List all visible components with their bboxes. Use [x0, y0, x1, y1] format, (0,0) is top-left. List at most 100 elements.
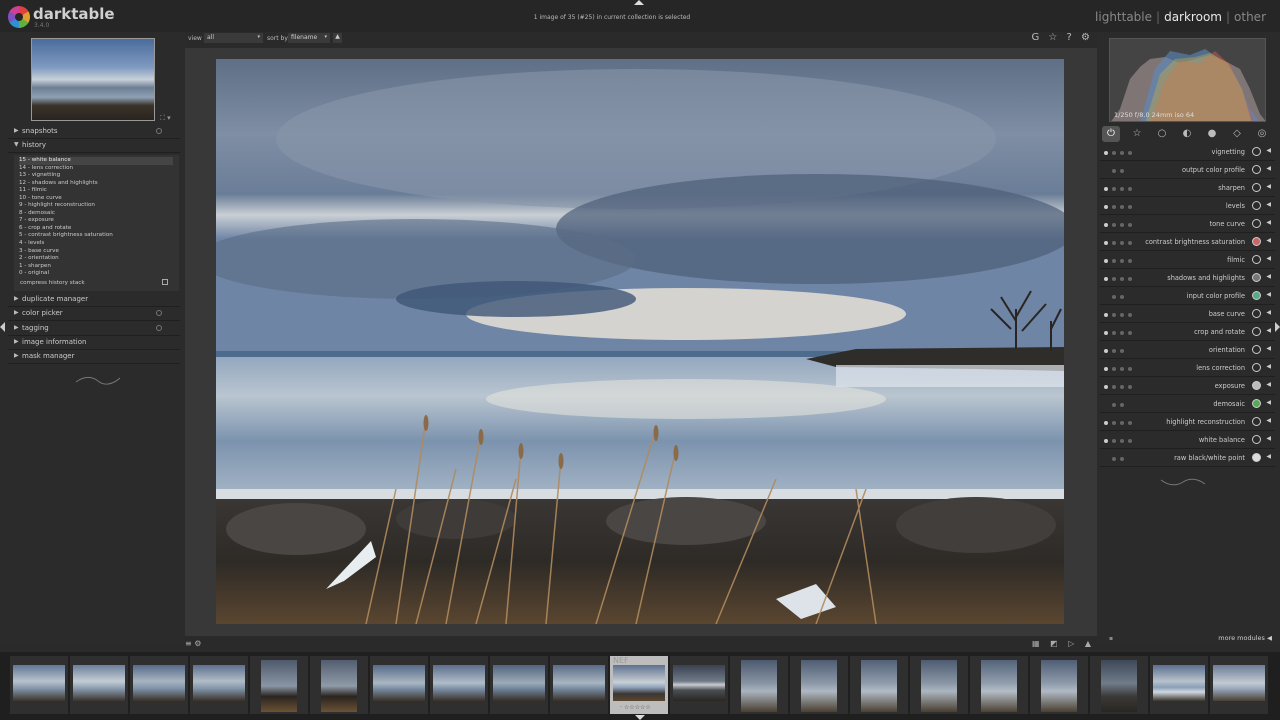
- reset-icon[interactable]: [1120, 349, 1124, 353]
- history-item[interactable]: 14 - lens correction: [19, 165, 179, 173]
- module-filmic[interactable]: filmic ◀: [1100, 251, 1275, 269]
- reset-icon[interactable]: [1120, 421, 1124, 425]
- instance-icon[interactable]: [1112, 331, 1116, 335]
- history-item[interactable]: 3 - base curve: [19, 248, 179, 256]
- history-item[interactable]: 4 - levels: [19, 240, 179, 248]
- expand-arrow-icon[interactable]: ◀: [1266, 327, 1271, 334]
- power-icon[interactable]: [1104, 403, 1108, 407]
- expand-arrow-icon[interactable]: ◀: [1266, 165, 1271, 172]
- power-icon[interactable]: [1104, 313, 1108, 317]
- expand-arrow-icon[interactable]: ◀: [1266, 381, 1271, 388]
- power-icon[interactable]: [1104, 367, 1108, 371]
- presets-icon[interactable]: [1128, 421, 1132, 425]
- power-icon[interactable]: [1104, 277, 1108, 281]
- expand-arrow-icon[interactable]: ◀: [1266, 291, 1271, 298]
- module-duplicate-manager[interactable]: ▶ duplicate manager: [8, 293, 180, 307]
- collapse-right-panel-arrow-icon[interactable]: [1275, 322, 1280, 332]
- favorites-star-icon[interactable]: ☆: [1128, 126, 1146, 142]
- quick-access-icon[interactable]: ≡ ⚙: [185, 639, 201, 648]
- expand-arrow-icon[interactable]: ◀: [1266, 435, 1271, 442]
- reset-icon[interactable]: [1120, 205, 1124, 209]
- history-item[interactable]: 2 - orientation: [19, 255, 179, 263]
- filmstrip-thumbnail[interactable]: [490, 656, 548, 714]
- expand-arrow-icon[interactable]: ◀: [1266, 453, 1271, 460]
- power-icon[interactable]: [1104, 151, 1108, 155]
- history-item[interactable]: 5 - contrast brightness saturation: [19, 232, 179, 240]
- reset-icon[interactable]: [1120, 187, 1124, 191]
- filmstrip-thumbnail[interactable]: [250, 656, 308, 714]
- history-item[interactable]: 6 - crop and rotate: [19, 225, 179, 233]
- reset-icon[interactable]: [1120, 385, 1124, 389]
- effect-group-icon[interactable]: ◎: [1253, 126, 1271, 142]
- navigation-zoom-icon[interactable]: ⛶ ▾: [160, 114, 171, 123]
- create-style-icon[interactable]: [162, 279, 168, 285]
- instance-icon[interactable]: [1112, 403, 1116, 407]
- top-toolbar-icons[interactable]: G ☆ ? ⚙: [1031, 32, 1093, 43]
- module-lens-correction[interactable]: lens correction ◀: [1100, 359, 1275, 377]
- power-icon[interactable]: [1104, 331, 1108, 335]
- presets-icon[interactable]: [1128, 205, 1132, 209]
- instance-icon[interactable]: [1112, 313, 1116, 317]
- instance-icon[interactable]: [1112, 277, 1116, 281]
- module-exposure[interactable]: exposure ◀: [1100, 377, 1275, 395]
- history-item[interactable]: 7 - exposure: [19, 217, 179, 225]
- collapse-left-panel-arrow-icon[interactable]: [0, 322, 5, 332]
- module-tone-curve[interactable]: tone curve ◀: [1100, 215, 1275, 233]
- instance-icon[interactable]: [1112, 169, 1116, 173]
- power-icon[interactable]: [1104, 439, 1108, 443]
- presets-icon[interactable]: [1128, 187, 1132, 191]
- instance-icon[interactable]: [1112, 223, 1116, 227]
- filmstrip-thumbnail[interactable]: [910, 656, 968, 714]
- module-base-curve[interactable]: base curve ◀: [1100, 305, 1275, 323]
- module-white-balance[interactable]: white balance ◀: [1100, 431, 1275, 449]
- instance-icon[interactable]: [1112, 349, 1116, 353]
- expand-arrow-icon[interactable]: ◀: [1266, 201, 1271, 208]
- module-levels[interactable]: levels ◀: [1100, 197, 1275, 215]
- expand-arrow-icon[interactable]: ◀: [1266, 309, 1271, 316]
- filmstrip-thumbnail[interactable]: [1030, 656, 1088, 714]
- expand-arrow-icon[interactable]: ◀: [1266, 237, 1271, 244]
- expand-arrow-icon[interactable]: ◀: [1266, 363, 1271, 370]
- history-item[interactable]: 10 - tone curve: [19, 195, 179, 203]
- expand-arrow-icon[interactable]: ◀: [1266, 219, 1271, 226]
- expand-arrow-icon[interactable]: ◀: [1266, 399, 1271, 406]
- instance-icon[interactable]: [1112, 439, 1116, 443]
- module-shadows-and-highlights[interactable]: shadows and highlights ◀: [1100, 269, 1275, 287]
- expand-arrow-icon[interactable]: ◀: [1266, 255, 1271, 262]
- power-icon[interactable]: [1104, 349, 1108, 353]
- reset-icon[interactable]: [1120, 259, 1124, 263]
- filmstrip-thumbnail[interactable]: [1090, 656, 1148, 714]
- reset-icon[interactable]: [1120, 151, 1124, 155]
- reset-icon[interactable]: [156, 310, 162, 316]
- correct-group-icon[interactable]: ◇: [1228, 126, 1246, 142]
- reset-icon[interactable]: [1120, 241, 1124, 245]
- module-history[interactable]: ▼ history: [8, 139, 180, 153]
- module-input-color-profile[interactable]: input color profile ◀: [1100, 287, 1275, 305]
- instance-icon[interactable]: [1112, 259, 1116, 263]
- reset-icon[interactable]: [156, 128, 162, 134]
- sort-by-select[interactable]: filename ▾: [288, 33, 330, 43]
- collapse-top-panel-arrow-icon[interactable]: [634, 0, 644, 5]
- expand-arrow-icon[interactable]: ◀: [1266, 183, 1271, 190]
- instance-icon[interactable]: [1112, 187, 1116, 191]
- power-icon[interactable]: [1104, 223, 1108, 227]
- power-icon[interactable]: [1104, 259, 1108, 263]
- instance-icon[interactable]: [1112, 385, 1116, 389]
- power-icon[interactable]: [1104, 241, 1108, 245]
- history-item[interactable]: 11 - filmic: [19, 187, 179, 195]
- navigation-preview[interactable]: [31, 38, 155, 121]
- instance-icon[interactable]: [1112, 295, 1116, 299]
- module-color-picker[interactable]: ▶ color picker: [8, 307, 180, 321]
- presets-icon[interactable]: [1128, 439, 1132, 443]
- filmstrip-thumbnail[interactable]: [790, 656, 848, 714]
- filmstrip-thumbnail[interactable]: [670, 656, 728, 714]
- instance-icon[interactable]: [1112, 205, 1116, 209]
- sort-order-button[interactable]: ▲: [333, 33, 342, 43]
- module-crop-and-rotate[interactable]: crop and rotate ◀: [1100, 323, 1275, 341]
- instance-icon[interactable]: [1112, 457, 1116, 461]
- reset-icon[interactable]: [1120, 223, 1124, 227]
- expand-arrow-icon[interactable]: ◀: [1266, 417, 1271, 424]
- filmstrip-thumbnail[interactable]: [430, 656, 488, 714]
- power-icon[interactable]: [1104, 205, 1108, 209]
- filmstrip-thumbnail[interactable]: [310, 656, 368, 714]
